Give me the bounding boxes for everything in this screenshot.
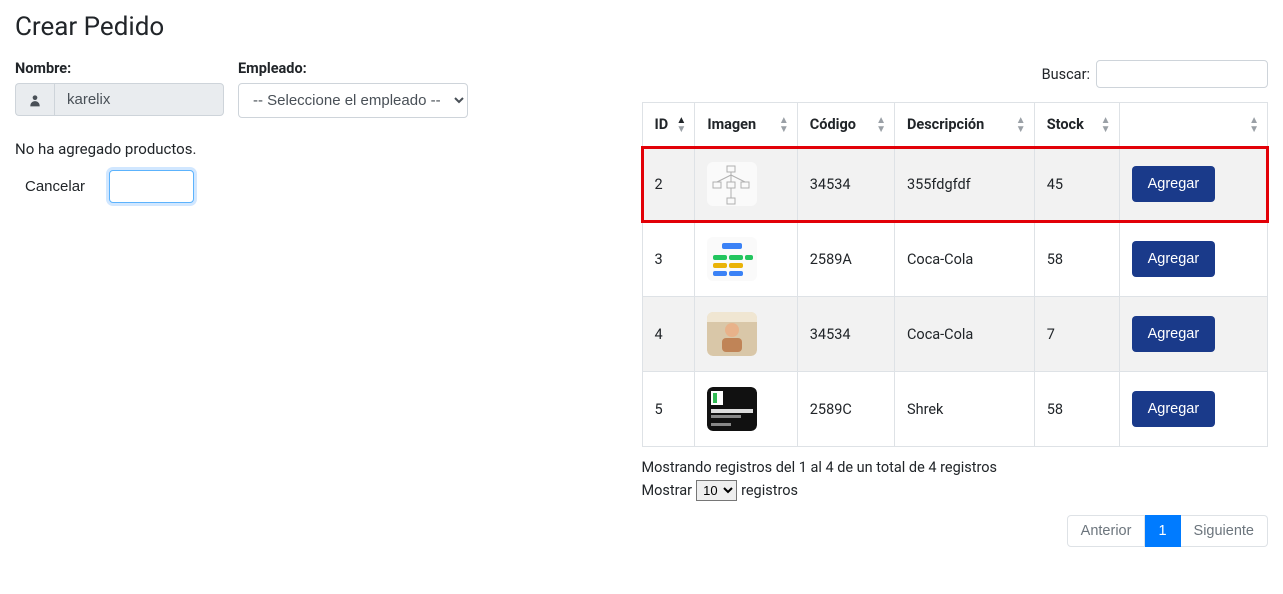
next-page-button[interactable]: Siguiente	[1181, 515, 1268, 547]
col-id[interactable]: ID ▲▼	[642, 103, 695, 147]
cell-id: 3	[642, 222, 695, 297]
cell-stock: 58	[1034, 222, 1119, 297]
cell-code: 34534	[797, 297, 894, 372]
col-stock-label: Stock	[1047, 116, 1084, 133]
page-title: Crear Pedido	[15, 12, 1268, 42]
cell-code: 2589C	[797, 372, 894, 447]
col-code[interactable]: Código ▲▼	[797, 103, 894, 147]
cell-action: Agregar	[1119, 147, 1267, 222]
table-info: Mostrando registros del 1 al 4 de un tot…	[642, 459, 1269, 476]
product-thumbnail	[707, 387, 757, 431]
search-input[interactable]	[1096, 60, 1268, 88]
col-action: ▲▼	[1119, 103, 1267, 147]
cell-image	[695, 297, 797, 372]
name-label: Nombre:	[15, 60, 224, 77]
cell-action: Agregar	[1119, 222, 1267, 297]
add-button[interactable]: Agregar	[1132, 316, 1216, 352]
cell-id: 5	[642, 372, 695, 447]
col-image[interactable]: Imagen ▲▼	[695, 103, 797, 147]
col-desc-label: Descripción	[907, 116, 984, 133]
table-row: 4 34534Coca-Cola7 Agregar	[642, 297, 1268, 372]
col-id-label: ID	[655, 116, 669, 133]
sort-down-icon: ▼	[1016, 125, 1026, 134]
cell-stock: 58	[1034, 372, 1119, 447]
add-button[interactable]: Agregar	[1132, 166, 1216, 202]
sort-down-icon: ▼	[779, 125, 789, 134]
cell-stock: 45	[1034, 147, 1119, 222]
save-button[interactable]: Guardar	[109, 170, 194, 203]
cell-action: Agregar	[1119, 372, 1267, 447]
col-code-label: Código	[810, 116, 856, 133]
cell-id: 2	[642, 147, 695, 222]
no-products-message: No ha agregado productos.	[15, 140, 622, 158]
cell-image	[695, 372, 797, 447]
col-desc[interactable]: Descripción ▲▼	[894, 103, 1034, 147]
employee-label: Empleado:	[238, 60, 468, 77]
cell-desc: Coca-Cola	[894, 222, 1034, 297]
cell-stock: 7	[1034, 297, 1119, 372]
products-table: ID ▲▼ Imagen ▲▼ Código ▲▼ Descripción ▲▼	[642, 102, 1269, 447]
user-icon	[15, 83, 54, 116]
cell-desc: Shrek	[894, 372, 1034, 447]
sort-down-icon: ▼	[1249, 125, 1259, 134]
show-prefix: Mostrar	[642, 482, 693, 499]
cell-image	[695, 147, 797, 222]
table-row: 3 2589ACoca-Cola58 Agregar	[642, 222, 1268, 297]
col-image-label: Imagen	[707, 116, 756, 133]
cell-id: 4	[642, 297, 695, 372]
product-thumbnail	[707, 162, 757, 206]
sort-down-icon: ▼	[876, 125, 886, 134]
col-stock[interactable]: Stock ▲▼	[1034, 103, 1119, 147]
sort-down-icon: ▼	[1101, 125, 1111, 134]
add-button[interactable]: Agregar	[1132, 241, 1216, 277]
search-label: Buscar:	[1042, 66, 1090, 83]
cell-code: 34534	[797, 147, 894, 222]
add-button[interactable]: Agregar	[1132, 391, 1216, 427]
cell-image	[695, 222, 797, 297]
page-1-button[interactable]: 1	[1145, 515, 1180, 547]
product-thumbnail	[707, 312, 757, 356]
employee-select[interactable]: -- Seleccione el empleado --	[238, 83, 468, 118]
cell-desc: Coca-Cola	[894, 297, 1034, 372]
product-thumbnail	[707, 237, 757, 281]
page-size-select[interactable]: 10	[696, 480, 737, 501]
show-suffix: registros	[741, 482, 798, 499]
name-input[interactable]	[54, 83, 224, 116]
pagination: Anterior 1 Siguiente	[642, 515, 1269, 547]
table-row: 2 34534355fdgfdf45 Agregar	[642, 147, 1268, 222]
cell-code: 2589A	[797, 222, 894, 297]
sort-down-icon: ▼	[676, 125, 686, 134]
cancel-button[interactable]: Cancelar	[15, 172, 95, 201]
cell-desc: 355fdgfdf	[894, 147, 1034, 222]
table-row: 5 2589CShrek58 Agregar	[642, 372, 1268, 447]
prev-page-button[interactable]: Anterior	[1067, 515, 1146, 547]
cell-action: Agregar	[1119, 297, 1267, 372]
